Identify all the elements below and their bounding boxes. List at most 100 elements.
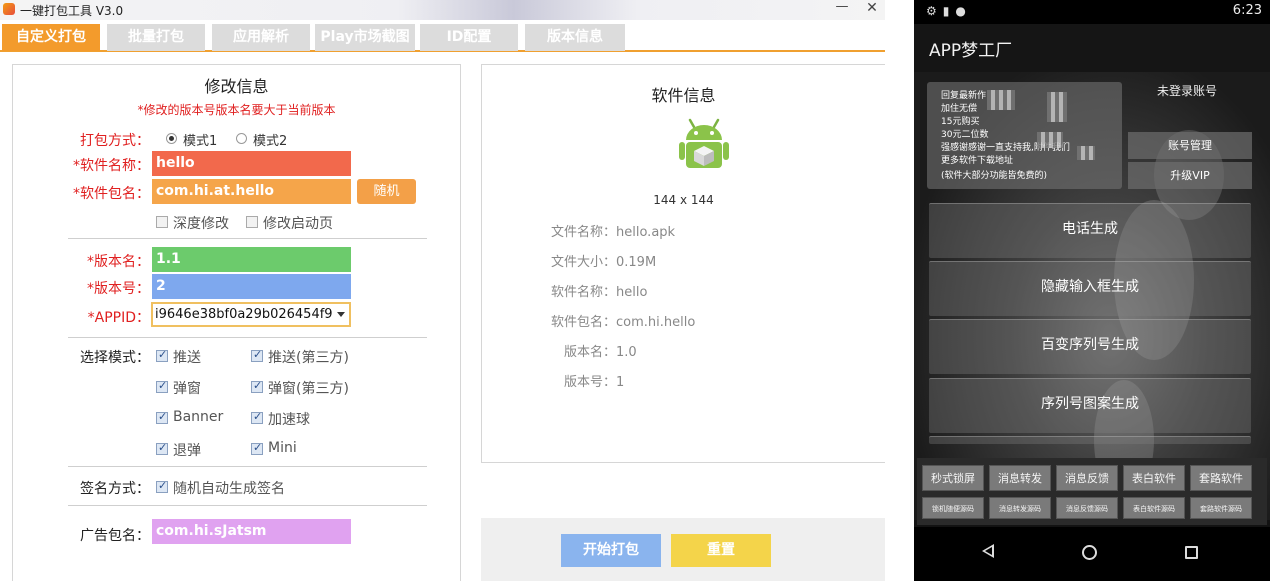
- appid-value: i9646e38bf0a29b026454f9: [155, 307, 333, 322]
- pack-mode-2-radio[interactable]: [236, 133, 247, 144]
- tab-batch-pack[interactable]: 批量打包: [107, 24, 205, 51]
- speed-ball-checkbox[interactable]: [251, 410, 263, 424]
- recent-apps-icon[interactable]: [1185, 546, 1198, 559]
- ad-text: 更多软件下载地址: [941, 156, 1014, 166]
- tab-app-parse[interactable]: 应用解析: [212, 24, 310, 51]
- mini-checkbox[interactable]: [251, 441, 263, 455]
- phone-app-header: APP梦工厂: [914, 24, 1270, 72]
- version-name-input[interactable]: 1.1: [152, 247, 351, 272]
- deep-modify-label: 深度修改: [173, 216, 229, 232]
- tab-version-info[interactable]: 版本信息: [525, 24, 625, 51]
- home-icon[interactable]: [1082, 545, 1097, 560]
- tool-button[interactable]: 表白软件: [1123, 465, 1185, 491]
- tool-source-button[interactable]: 套路软件源码: [1190, 497, 1252, 519]
- window-title: 一键打包工具 V3.0: [20, 4, 124, 18]
- menu-phone-generate[interactable]: 电话生成: [929, 203, 1251, 258]
- mosaic-blur: [1037, 132, 1063, 148]
- banner-label: Banner: [173, 409, 224, 425]
- ad-text: 15元购买: [941, 117, 980, 127]
- tab-custom-pack[interactable]: 自定义打包: [2, 24, 100, 51]
- push-third-party-label: 推送(第三方): [268, 350, 349, 366]
- modify-launch-checkbox[interactable]: [246, 216, 258, 228]
- soft-name-input[interactable]: hello: [152, 151, 351, 176]
- deep-modify-checkbox[interactable]: [156, 216, 168, 228]
- divider: [68, 337, 427, 338]
- close-button[interactable]: ✕: [862, 0, 882, 18]
- modify-launch-label: 修改启动页: [263, 216, 333, 232]
- notification-icons: ⚙▮●: [926, 4, 972, 18]
- modify-title: 修改信息: [204, 77, 269, 96]
- icon-size-text: 144 x 144: [653, 193, 714, 207]
- ad-text: (软件大部分功能皆免费的): [941, 171, 1048, 181]
- minimize-button[interactable]: —: [832, 0, 852, 18]
- phone-preview: ⚙▮● 6:23 APP梦工厂 回复最新作 加住无偿 15元购买 30元二位数 …: [914, 0, 1270, 581]
- sign-label: 签名方式：: [80, 481, 150, 497]
- menu-more[interactable]: [929, 436, 1251, 444]
- file-name-info: 文件名称：hello.apk: [551, 225, 676, 240]
- ad-package-input[interactable]: com.hi.sJatsm: [152, 519, 351, 544]
- tab-bar: 自定义打包 批量打包 应用解析 Play市场截图 ID配置 版本信息: [0, 24, 885, 52]
- menu-hidden-input[interactable]: 隐藏输入框生成: [929, 261, 1251, 316]
- popup-label: 弹窗: [173, 381, 201, 397]
- reset-button[interactable]: 重置: [671, 534, 771, 567]
- version-code-input[interactable]: 2: [152, 274, 351, 299]
- software-info-panel: 软件信息 144 x 144 文件名称：hello.apk 文件大小：0.19M…: [481, 64, 885, 463]
- ad-text: 30元二位数: [941, 130, 989, 140]
- account-manage-button[interactable]: 账号管理: [1128, 132, 1252, 159]
- start-pack-button[interactable]: 开始打包: [561, 534, 661, 567]
- action-bar: 开始打包 重置: [481, 518, 885, 581]
- chevron-down-icon: [337, 312, 345, 317]
- appid-select[interactable]: i9646e38bf0a29b026454f9: [151, 302, 351, 327]
- tool-button[interactable]: 消息转发: [989, 465, 1051, 491]
- ad-box: 回复最新作 加住无偿 15元购买 30元二位数 强感谢感谢一直支持我,附件我们 …: [927, 82, 1122, 189]
- tool-source-button[interactable]: 消息反馈源码: [1056, 497, 1118, 519]
- soft-name-info: 软件名称：hello: [551, 285, 648, 300]
- phone-nav-bar: [914, 527, 1270, 581]
- pack-mode-1-label: 模式1: [183, 134, 218, 149]
- version-code-info: 版本号：1: [564, 375, 625, 390]
- app-logo-icon: [3, 3, 15, 15]
- pack-mode-label: 打包方式：: [80, 133, 150, 149]
- tool-source-button[interactable]: 消息转发源码: [989, 497, 1051, 519]
- modify-panel: 修改信息 *修改的版本号版本名要大于当前版本 打包方式： 模式1 模式2 *软件…: [12, 64, 461, 581]
- tool-button[interactable]: 套路软件: [1190, 465, 1252, 491]
- package-info: 软件包名：com.hi.hello: [551, 315, 696, 330]
- banner-checkbox[interactable]: [156, 410, 168, 424]
- phone-app-title: APP梦工厂: [929, 41, 1013, 61]
- pack-mode-1-radio[interactable]: [166, 133, 177, 144]
- menu-serial-generate[interactable]: 百变序列号生成: [929, 319, 1251, 374]
- package-input[interactable]: com.hi.at.hello: [152, 179, 351, 204]
- version-code-label: *版本号：: [87, 281, 150, 297]
- tool-button[interactable]: 秒式锁屏: [922, 465, 984, 491]
- soft-name-label: *软件名称：: [73, 158, 150, 174]
- divider: [68, 238, 427, 239]
- app-root: 一键打包工具 V3.0 — ✕ 自定义打包 批量打包 应用解析 Play市场截图…: [0, 0, 1270, 581]
- tab-play-screenshot[interactable]: Play市场截图: [315, 24, 415, 51]
- ad-package-label: 广告包名：: [80, 528, 150, 544]
- push-checkbox[interactable]: [156, 348, 168, 362]
- popup-checkbox[interactable]: [156, 379, 168, 393]
- upgrade-vip-button[interactable]: 升级VIP: [1128, 162, 1252, 189]
- version-name-label: *版本名：: [87, 254, 150, 270]
- ad-text: 回复最新作: [941, 91, 987, 101]
- exit-popup-checkbox[interactable]: [156, 441, 168, 455]
- tool-source-button[interactable]: 锁机随便源码: [922, 497, 984, 519]
- auto-sign-checkbox[interactable]: [156, 479, 168, 493]
- menu-serial-pattern[interactable]: 序列号图案生成: [929, 378, 1251, 433]
- phone-status-bar: ⚙▮● 6:23: [914, 0, 1270, 24]
- speed-ball-label: 加速球: [268, 412, 310, 428]
- popup-third-party-checkbox[interactable]: [251, 379, 263, 393]
- tab-id-config[interactable]: ID配置: [420, 24, 518, 51]
- login-status: 未登录账号: [1157, 84, 1218, 98]
- back-icon[interactable]: [982, 544, 994, 558]
- tool-button[interactable]: 消息反馈: [1056, 465, 1118, 491]
- tool-source-button[interactable]: 表白软件源码: [1123, 497, 1185, 519]
- push-third-party-checkbox[interactable]: [251, 348, 263, 362]
- file-size-info: 文件大小：0.19M: [551, 255, 657, 270]
- push-label: 推送: [173, 350, 201, 366]
- ad-text: 加住无偿: [941, 104, 978, 114]
- package-label: *软件包名：: [73, 186, 150, 202]
- divider: [68, 466, 427, 467]
- divider: [68, 505, 427, 506]
- random-package-button[interactable]: 随机: [357, 179, 416, 204]
